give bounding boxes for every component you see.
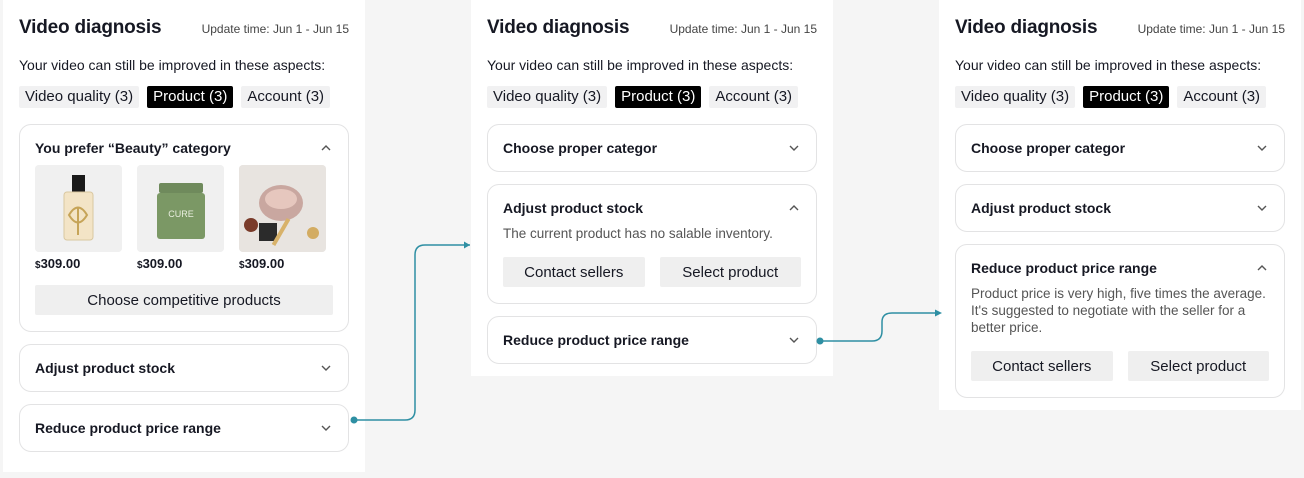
connector-arrow-2 — [816, 309, 942, 345]
flow-connectors — [350, 241, 942, 424]
connector-arrow-1 — [350, 241, 470, 424]
